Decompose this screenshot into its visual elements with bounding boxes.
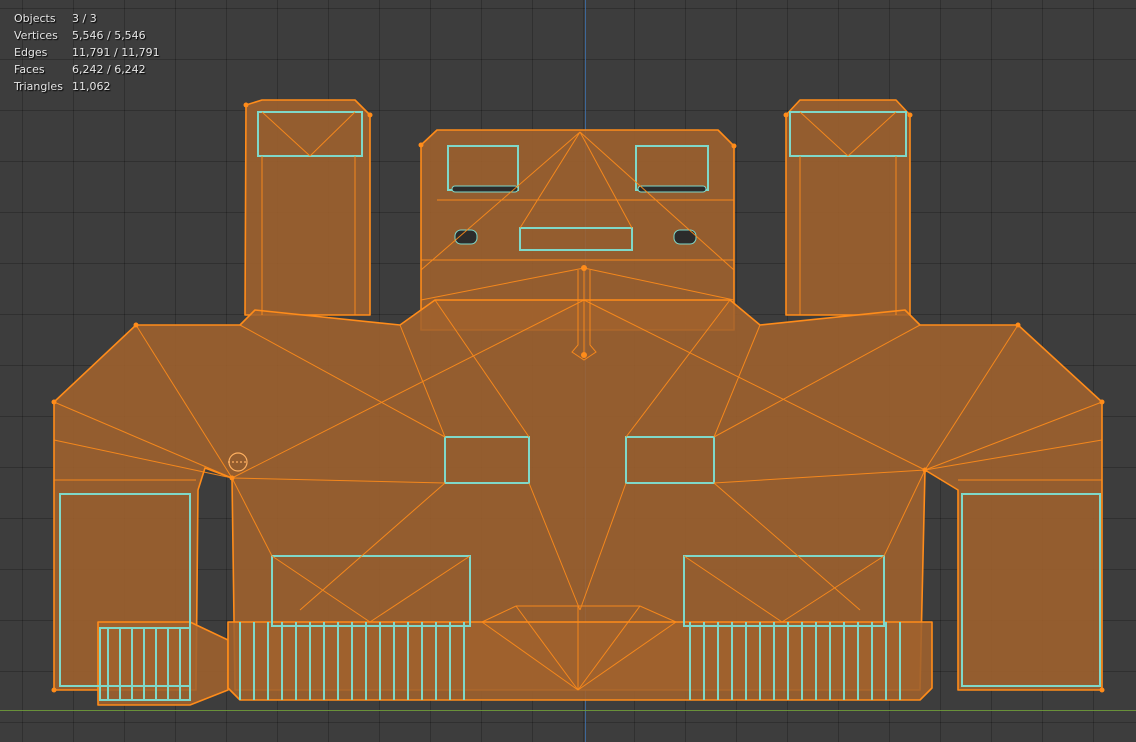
3d-viewport[interactable]: Objects 3 / 3 Vertices 5,546 / 5,546 Edg… — [0, 0, 1136, 742]
statistics-overlay: Objects 3 / 3 Vertices 5,546 / 5,546 Edg… — [14, 10, 160, 95]
stat-faces: Faces 6,242 / 6,242 — [14, 63, 146, 76]
left-cylinder — [97, 621, 229, 706]
left-tower — [244, 99, 371, 316]
stat-vertices: Vertices 5,546 / 5,546 — [14, 29, 146, 42]
stat-triangles: Triangles 11,062 — [14, 80, 111, 93]
stat-edges: Edges 11,791 / 11,791 — [14, 46, 160, 59]
right-tower — [785, 99, 911, 316]
wireframe-mesh[interactable] — [0, 0, 1136, 742]
stat-objects: Objects 3 / 3 — [14, 12, 97, 25]
